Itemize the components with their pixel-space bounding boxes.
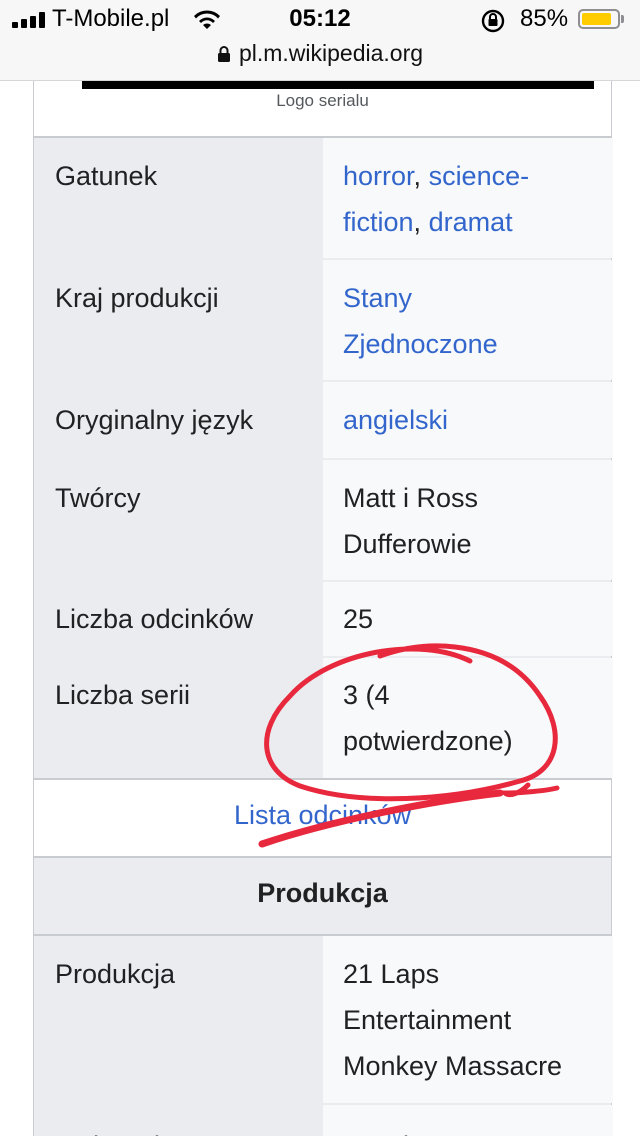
row-value: 21 Laps Entertainment Monkey Massacre [343, 951, 603, 1089]
value-line: Monkey Massacre [343, 1051, 563, 1081]
row-label: Liczba serii [55, 680, 191, 710]
rotation-lock-icon [481, 9, 505, 33]
row-label: Oryginalny język [55, 405, 254, 435]
row-label: Gatunek [55, 161, 158, 191]
infobox-row-genre: Gatunek horror, science-fiction, dramat [34, 138, 613, 260]
genre-link-dramat[interactable]: dramat [429, 207, 513, 237]
value-line: Entertainment [343, 1005, 512, 1035]
page-content: Logo serialu Gatunek horror, science-fic… [0, 81, 640, 1136]
infobox-row-production: Produkcja 21 Laps Entertainment Monkey M… [34, 936, 613, 1105]
separator: , [413, 161, 429, 191]
battery-level [582, 13, 611, 25]
row-value: angielski [343, 397, 603, 443]
row-label: Produkcja [55, 959, 176, 989]
row-value: Stany Zjednoczone [343, 275, 543, 367]
language-link[interactable]: angielski [343, 405, 448, 435]
episode-list-row: Lista odcinków [34, 778, 611, 858]
row-value: 3 (4 potwierdzone) [343, 680, 513, 756]
battery-percent: 85% [520, 5, 569, 32]
infobox-row-director: Reżyseria Matt i Ross [34, 1105, 613, 1136]
genre-link-horror[interactable]: horror [343, 161, 414, 191]
country-link[interactable]: Stany Zjednoczone [343, 283, 498, 359]
infobox-row-language: Oryginalny język angielski [34, 382, 613, 460]
row-label: Reżyseria [55, 1123, 175, 1136]
infobox-row-country: Kraj produkcji Stany Zjednoczone [34, 260, 613, 382]
infobox-row-creators: Twórcy Matt i Ross Dufferowie [34, 460, 613, 582]
logo-caption: Logo serialu [276, 91, 369, 110]
battery-tip [621, 15, 624, 23]
address-bar[interactable]: pl.m.wikipedia.org [0, 40, 640, 68]
battery-icon [578, 9, 620, 29]
series-logo[interactable] [82, 81, 594, 89]
section-title: Produkcja [257, 878, 388, 908]
infobox: Logo serialu Gatunek horror, science-fic… [33, 81, 613, 1136]
row-value: Matt i Ross [343, 1123, 603, 1136]
row-label: Liczba odcinków [55, 604, 254, 634]
infobox-row-episode-count: Liczba odcinków 25 [34, 582, 613, 658]
separator: , [413, 207, 429, 237]
logo-area: Logo serialu [34, 81, 611, 138]
row-value: horror, science-fiction, dramat [343, 153, 603, 245]
status-bar: T-Mobile.pl 05:12 85% pl.m.wikipedia.org [0, 0, 640, 81]
value-line: 21 Laps [343, 959, 440, 989]
infobox-row-season-count: Liczba serii 3 (4 potwierdzone) [34, 658, 613, 778]
row-value: Matt i Ross Dufferowie [343, 483, 479, 559]
section-header-production: Produkcja [34, 858, 611, 936]
lock-icon [217, 46, 230, 62]
row-label: Twórcy [55, 483, 141, 513]
row-label: Kraj produkcji [55, 283, 219, 313]
episode-list-link[interactable]: Lista odcinków [34, 800, 611, 831]
row-value: 25 [343, 604, 374, 634]
url-text: pl.m.wikipedia.org [238, 40, 424, 66]
